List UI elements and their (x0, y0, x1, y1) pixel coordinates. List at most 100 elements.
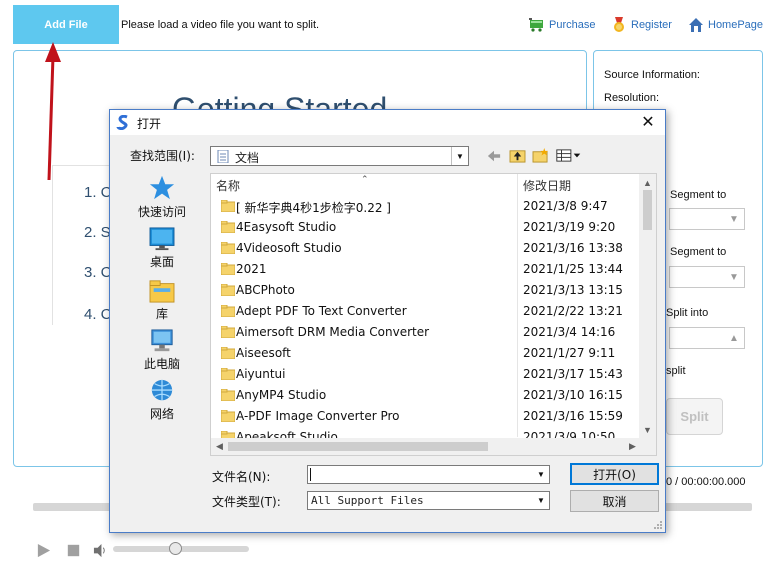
open-file-dialog: 打开 ✕ 查找范围(I): 文档 ▼ 快速访问 桌面 库 此电脑 网络 名称 ⌃… (109, 109, 666, 533)
sort-up-icon: ⌃ (361, 174, 369, 184)
list-item[interactable]: Aiseesoft 2021/1/27 9:11 (211, 343, 641, 364)
scroll-down-icon[interactable]: ▼ (639, 421, 656, 438)
source-info-label: Source Information: (604, 69, 700, 81)
medal-icon (614, 17, 624, 32)
place-this-pc[interactable]: 此电脑 (127, 329, 197, 372)
file-name: Aimersoft DRM Media Converter (236, 325, 430, 339)
place-quick-access[interactable]: 快速访问 (127, 175, 197, 220)
purchase-label: Purchase (549, 19, 596, 31)
list-item[interactable]: 4Videosoft Studio 2021/3/16 13:38 (211, 238, 641, 259)
text-cursor (310, 468, 311, 481)
register-link[interactable]: Register (611, 17, 672, 33)
file-date: 2021/3/10 16:15 (523, 388, 623, 402)
add-file-button[interactable]: Add File (13, 5, 119, 44)
computer-icon (151, 329, 173, 352)
filetype-label: 文件类型(T): (212, 495, 281, 509)
segment-to-label-1: Segment to (670, 189, 727, 201)
play-icon[interactable] (35, 542, 51, 558)
column-header-name[interactable]: 名称 (216, 174, 240, 196)
resolution-label: Resolution: (604, 92, 660, 104)
file-name: [ 新华字典4秒1步检字0.22 ] (236, 201, 391, 215)
list-item[interactable]: [ 新华字典4秒1步检字0.22 ] 2021/3/8 9:47 (211, 196, 641, 217)
chevron-down-icon: ▼ (729, 213, 739, 225)
folder-icon (221, 410, 235, 422)
folder-icon (221, 200, 235, 212)
dialog-titlebar[interactable]: 打开 ✕ (110, 110, 665, 135)
folder-icon (221, 326, 235, 338)
view-menu-icon[interactable] (555, 147, 583, 164)
up-folder-icon[interactable] (508, 147, 526, 164)
volume-slider-handle[interactable] (169, 542, 183, 555)
place-library[interactable]: 库 (127, 279, 197, 322)
home-icon (689, 18, 703, 32)
folder-icon (221, 242, 235, 254)
filename-label: 文件名(N): (212, 470, 271, 484)
list-item[interactable]: Aiyuntui 2021/3/17 15:43 (211, 364, 641, 385)
list-item[interactable]: Aimersoft DRM Media Converter 2021/3/4 14… (211, 322, 641, 343)
back-icon[interactable] (486, 147, 502, 164)
chevron-down-icon[interactable]: ▼ (451, 147, 468, 165)
app-logo-icon (116, 115, 128, 130)
homepage-link[interactable]: HomePage (688, 17, 763, 33)
list-item[interactable]: ABCPhoto 2021/3/13 13:15 (211, 280, 641, 301)
segment-to-select-2[interactable]: ▼ (669, 266, 745, 288)
look-in-select[interactable]: 文档 ▼ (210, 146, 469, 166)
close-icon[interactable]: ✕ (639, 113, 657, 131)
look-in-value: 文档 (235, 151, 260, 165)
step-4: 4. C (84, 306, 112, 323)
split-into-label: Split into (666, 307, 709, 319)
volume-icon[interactable] (92, 542, 108, 558)
folder-icon (221, 221, 235, 233)
step-2: 2. S (84, 224, 111, 241)
file-date: 2021/3/17 15:43 (523, 367, 623, 381)
segment-to-select-1[interactable]: ▼ (669, 208, 745, 230)
new-folder-icon[interactable] (531, 147, 549, 164)
library-icon (149, 280, 175, 303)
folder-icon (221, 347, 235, 359)
file-date: 2021/1/27 9:11 (523, 346, 616, 360)
list-item[interactable]: 4Easysoft Studio 2021/3/19 9:20 (211, 217, 641, 238)
column-header-modified[interactable]: 修改日期 (523, 174, 571, 196)
file-name: 2021 (236, 262, 267, 276)
place-desktop[interactable]: 桌面 (127, 227, 197, 270)
vertical-scrollbar[interactable]: ▲ ▼ (639, 174, 656, 438)
folder-icon (221, 368, 235, 380)
time-display: 0 / 00:00:00.000 (666, 476, 746, 488)
vertical-scroll-thumb[interactable] (643, 190, 652, 230)
purchase-link[interactable]: Purchase (529, 17, 595, 33)
list-item[interactable]: 2021 2021/1/25 13:44 (211, 259, 641, 280)
file-name: Aiyuntui (236, 367, 286, 381)
folder-icon (221, 389, 235, 401)
chevron-down-icon[interactable]: ▼ (533, 466, 549, 483)
split-into-stepper[interactable]: ▲ (669, 327, 745, 349)
scroll-left-icon[interactable]: ◀ (211, 438, 228, 455)
file-date: 2021/3/16 13:38 (523, 241, 623, 255)
place-network[interactable]: 网络 (127, 379, 197, 422)
resize-grip-icon[interactable] (653, 520, 663, 530)
split-button[interactable]: Split (666, 398, 723, 435)
register-label: Register (631, 19, 672, 31)
step-3: 3. C (84, 264, 112, 281)
file-name: 4Videosoft Studio (236, 241, 342, 255)
stop-icon[interactable] (65, 542, 81, 558)
list-item[interactable]: AnyMP4 Studio 2021/3/10 16:15 (211, 385, 641, 406)
file-name: A-PDF Image Converter Pro (236, 409, 400, 423)
filename-input[interactable]: ▼ (307, 465, 550, 484)
cancel-button[interactable]: 取消 (570, 490, 659, 512)
red-arrow-annotation (45, 42, 61, 181)
file-name: 4Easysoft Studio (236, 220, 337, 234)
chevron-down-icon[interactable]: ▼ (533, 492, 549, 509)
filetype-select[interactable]: All Support Files ▼ (307, 491, 550, 510)
dialog-title: 打开 (137, 117, 162, 131)
scroll-up-icon[interactable]: ▲ (639, 174, 656, 191)
file-name: ABCPhoto (236, 283, 295, 297)
list-item[interactable]: A-PDF Image Converter Pro 2021/3/16 15:59 (211, 406, 641, 427)
places-bar: 快速访问 桌面 库 此电脑 网络 (127, 171, 197, 451)
list-item[interactable]: Adept PDF To Text Converter 2021/2/22 13:… (211, 301, 641, 322)
split-option-label: split (666, 365, 686, 377)
segment-to-label-2: Segment to (670, 246, 727, 258)
file-date: 2021/3/16 15:59 (523, 409, 623, 423)
horizontal-scrollbar[interactable]: ◀ ▶ (211, 438, 641, 455)
horizontal-scroll-thumb[interactable] (228, 442, 488, 451)
open-button[interactable]: 打开(O) (570, 463, 659, 485)
